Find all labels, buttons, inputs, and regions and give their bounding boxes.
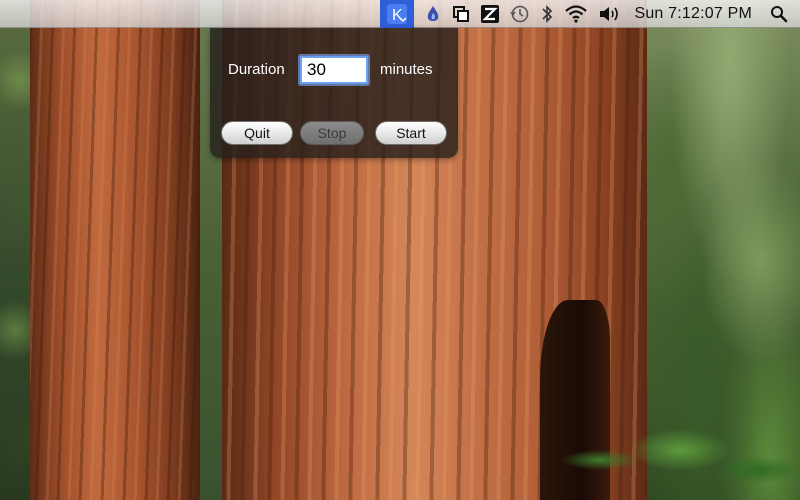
flame-icon[interactable] [424,0,442,28]
timer-panel: Duration minutes Quit Stop Start [210,28,458,158]
start-button[interactable]: Start [375,121,447,145]
menu-bar: K Sun 7:12:07 PM [0,0,800,28]
time-machine-icon[interactable] [510,0,530,28]
magnifier-icon[interactable] [770,0,788,28]
squares-icon[interactable] [452,0,470,28]
menu-bar-clock[interactable]: Sun 7:12:07 PM [634,0,752,28]
z-app-icon[interactable] [480,0,500,28]
ferns [560,410,800,500]
wifi-icon[interactable] [564,0,588,28]
duration-label: Duration [228,61,285,78]
volume-icon[interactable] [598,0,620,28]
bluetooth-icon[interactable] [540,0,554,28]
stop-button[interactable]: Stop [300,121,364,145]
redwood-trunk-left [30,0,200,500]
minutes-label: minutes [380,61,433,78]
k-app-icon[interactable]: K [380,0,415,28]
duration-input[interactable] [300,56,368,84]
svg-text:K: K [392,7,403,24]
quit-button[interactable]: Quit [221,121,293,145]
